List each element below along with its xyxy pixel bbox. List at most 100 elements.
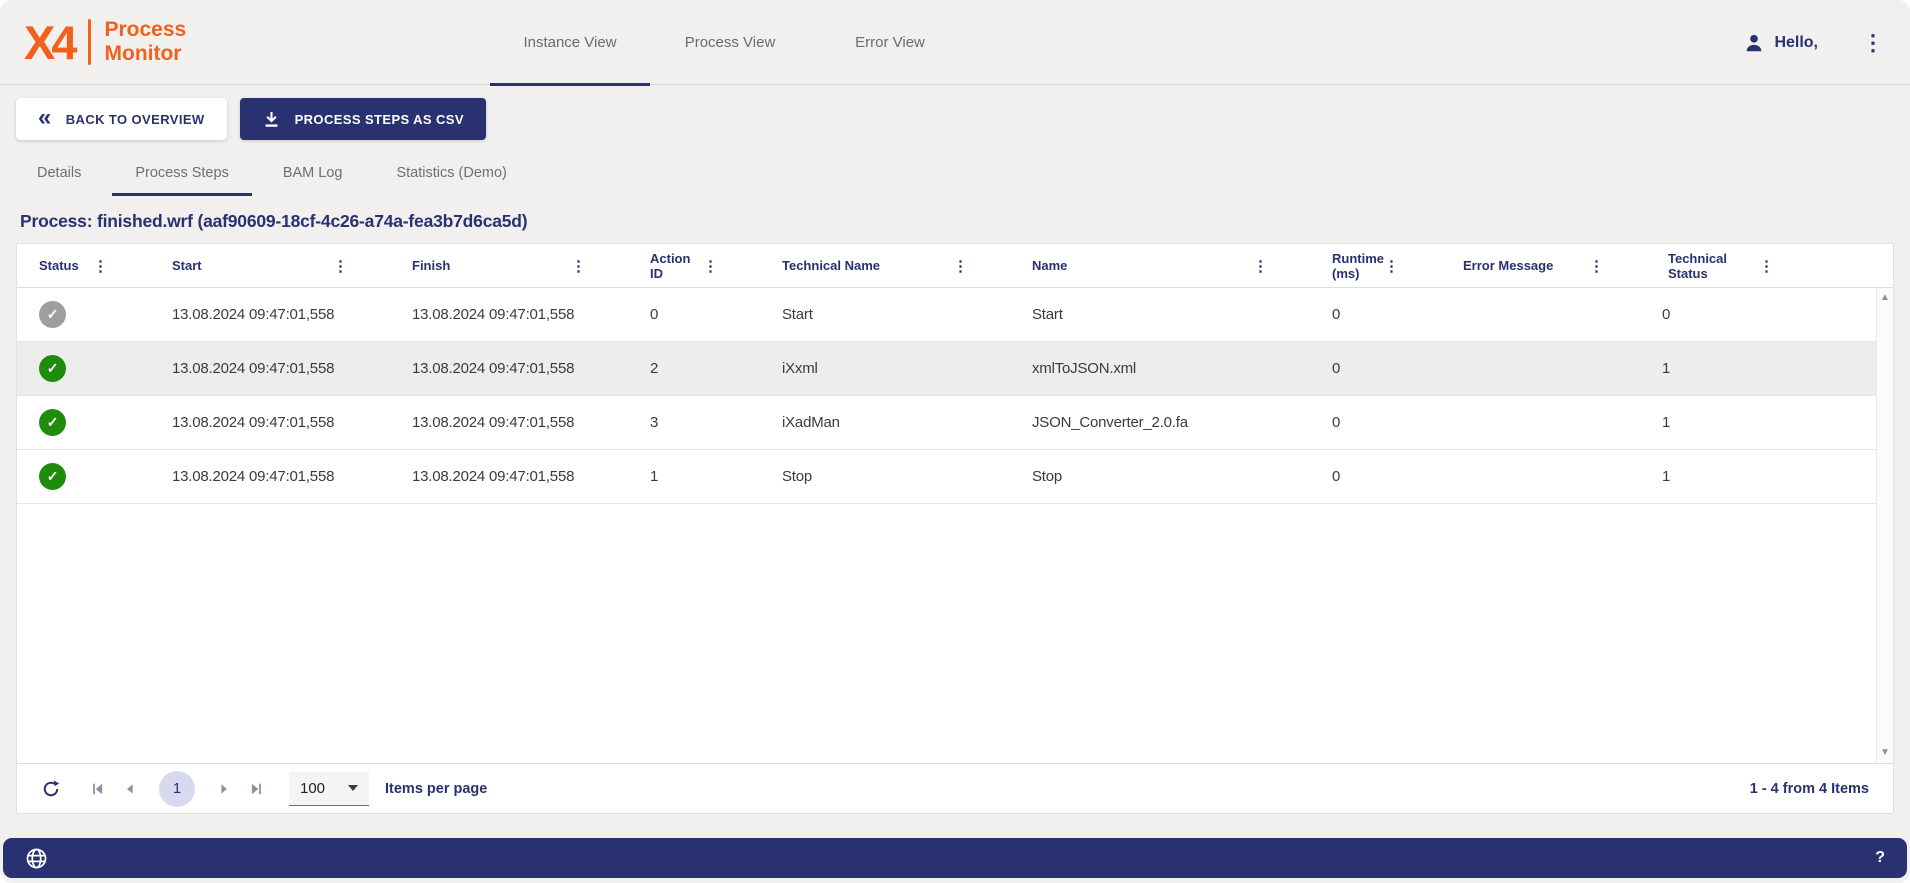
column-menu-icon[interactable]: ⋮ <box>703 257 718 275</box>
check-circle-green-icon: ✓ <box>39 409 66 436</box>
status-cell: ✓ <box>17 409 150 436</box>
technical-status-cell: 0 <box>1640 306 1893 323</box>
runtime-cell: 0 <box>1310 468 1435 485</box>
previous-page-icon[interactable] <box>121 780 139 798</box>
scroll-down-icon[interactable]: ▼ <box>1880 748 1890 758</box>
last-page-icon[interactable] <box>247 780 265 798</box>
start-cell: 13.08.2024 09:47:01,558 <box>150 360 390 377</box>
technical-name-cell: iXxml <box>760 360 1010 377</box>
status-cell: ✓ <box>17 355 150 382</box>
first-page-icon[interactable] <box>89 780 107 798</box>
tab-instance-view-label: Instance View <box>523 34 616 51</box>
runtime-cell: 0 <box>1310 414 1435 431</box>
process-title: Process: finished.wrf (aaf90609-18cf-4c2… <box>20 211 1910 232</box>
status-cell: ✓ <box>17 301 150 328</box>
tab-process-steps[interactable]: Process Steps <box>108 150 256 196</box>
action-id-cell: 3 <box>628 414 760 431</box>
column-header-technical-status[interactable]: Technical Status⋮ <box>1646 244 1816 287</box>
check-circle-green-icon: ✓ <box>39 463 66 490</box>
dropdown-caret-icon <box>348 785 358 791</box>
detail-tabs: Details Process Steps BAM Log Statistics… <box>0 150 1910 196</box>
column-header-technical-name-label: Technical Name <box>782 258 880 273</box>
column-header-status[interactable]: Status ⋮ <box>17 244 150 287</box>
tab-process-steps-label: Process Steps <box>135 165 229 181</box>
column-menu-icon[interactable]: ⋮ <box>333 257 348 275</box>
column-header-name[interactable]: Name ⋮ <box>1010 244 1310 287</box>
tab-error-view[interactable]: Error View <box>810 0 970 85</box>
table-row[interactable]: ✓ 13.08.2024 09:47:01,558 13.08.2024 09:… <box>17 396 1893 450</box>
table-row[interactable]: ✓ 13.08.2024 09:47:01,558 13.08.2024 09:… <box>17 288 1893 342</box>
tab-process-view[interactable]: Process View <box>650 0 810 85</box>
column-header-technical-name[interactable]: Technical Name ⋮ <box>760 244 1010 287</box>
technical-status-cell: 1 <box>1640 414 1893 431</box>
product-name: Process Monitor <box>105 18 187 65</box>
column-menu-icon[interactable]: ⋮ <box>571 257 586 275</box>
column-menu-icon[interactable]: ⋮ <box>1384 257 1399 275</box>
name-cell: Stop <box>1010 468 1310 485</box>
download-icon <box>262 110 295 129</box>
grid-body: ✓ 13.08.2024 09:47:01,558 13.08.2024 09:… <box>17 288 1893 763</box>
scroll-up-icon[interactable]: ▲ <box>1880 293 1890 303</box>
column-menu-icon[interactable]: ⋮ <box>1759 257 1774 275</box>
technical-name-cell: iXadMan <box>760 414 1010 431</box>
header-right: Hello, ⋮ <box>1743 0 1884 85</box>
table-row[interactable]: ✓ 13.08.2024 09:47:01,558 13.08.2024 09:… <box>17 450 1893 504</box>
column-menu-icon[interactable]: ⋮ <box>1589 257 1604 275</box>
vertical-scrollbar[interactable]: ▲ ▼ <box>1876 288 1893 763</box>
header-menu-icon[interactable]: ⋮ <box>1862 32 1884 54</box>
tab-statistics-label: Statistics (Demo) <box>396 165 506 181</box>
action-id-cell: 2 <box>628 360 760 377</box>
tab-details-label: Details <box>37 165 81 181</box>
runtime-cell: 0 <box>1310 306 1435 323</box>
toolbar: « BACK TO OVERVIEW PROCESS STEPS AS CSV <box>0 85 1910 140</box>
finish-cell: 13.08.2024 09:47:01,558 <box>390 468 628 485</box>
page-size-value: 100 <box>300 780 325 797</box>
name-cell: JSON_Converter_2.0.fa <box>1010 414 1310 431</box>
tab-instance-view[interactable]: Instance View <box>490 0 650 85</box>
status-cell: ✓ <box>17 463 150 490</box>
column-header-action-id[interactable]: Action ID⋮ <box>628 244 760 287</box>
column-header-name-label: Name <box>1032 258 1067 273</box>
app-header: X4 Process Monitor Instance View Process… <box>0 0 1910 85</box>
next-page-icon[interactable] <box>215 780 233 798</box>
column-header-status-label: Status <box>39 258 79 273</box>
product-name-line2: Monitor <box>105 42 182 65</box>
user-greeting[interactable]: Hello, <box>1743 32 1818 54</box>
page-size-select[interactable]: 100 <box>289 772 369 806</box>
back-to-overview-button[interactable]: « BACK TO OVERVIEW <box>16 98 227 140</box>
back-to-overview-label: BACK TO OVERVIEW <box>66 112 205 127</box>
column-menu-icon[interactable]: ⋮ <box>953 257 968 275</box>
table-row[interactable]: ✓ 13.08.2024 09:47:01,558 13.08.2024 09:… <box>17 342 1893 396</box>
column-header-start[interactable]: Start ⋮ <box>150 244 390 287</box>
start-cell: 13.08.2024 09:47:01,558 <box>150 468 390 485</box>
column-menu-icon[interactable]: ⋮ <box>1253 257 1268 275</box>
name-cell: xmlToJSON.xml <box>1010 360 1310 377</box>
help-button[interactable]: ? <box>1875 849 1885 867</box>
technical-name-cell: Stop <box>760 468 1010 485</box>
page-number-button[interactable]: 1 <box>159 771 195 807</box>
column-menu-icon[interactable]: ⋮ <box>93 257 108 275</box>
process-steps-csv-button[interactable]: PROCESS STEPS AS CSV <box>240 98 486 140</box>
start-cell: 13.08.2024 09:47:01,558 <box>150 306 390 323</box>
name-cell: Start <box>1010 306 1310 323</box>
finish-cell: 13.08.2024 09:47:01,558 <box>390 306 628 323</box>
column-header-finish[interactable]: Finish⋮ <box>390 244 628 287</box>
pagination-nav: 1 <box>89 771 265 807</box>
items-range-label: 1 - 4 from 4 Items <box>1750 781 1869 797</box>
double-chevron-left-icon: « <box>38 106 52 130</box>
refresh-icon[interactable] <box>41 779 61 799</box>
app-footer: ? <box>3 838 1907 878</box>
action-id-cell: 0 <box>628 306 760 323</box>
globe-icon[interactable] <box>25 847 48 870</box>
tab-details[interactable]: Details <box>10 150 108 196</box>
tab-statistics[interactable]: Statistics (Demo) <box>369 150 533 196</box>
column-header-error-message[interactable]: Error Message⋮ <box>1441 244 1646 287</box>
column-header-technical-status-label: Technical Status <box>1668 251 1759 281</box>
user-greeting-label: Hello, <box>1774 34 1818 52</box>
finish-cell: 13.08.2024 09:47:01,558 <box>390 360 628 377</box>
x4-logo-text: X4 <box>24 19 74 66</box>
tab-bam-log[interactable]: BAM Log <box>256 150 370 196</box>
column-header-runtime[interactable]: Runtime (ms)⋮ <box>1310 244 1441 287</box>
check-circle-green-icon: ✓ <box>39 355 66 382</box>
column-header-start-label: Start <box>172 258 202 273</box>
